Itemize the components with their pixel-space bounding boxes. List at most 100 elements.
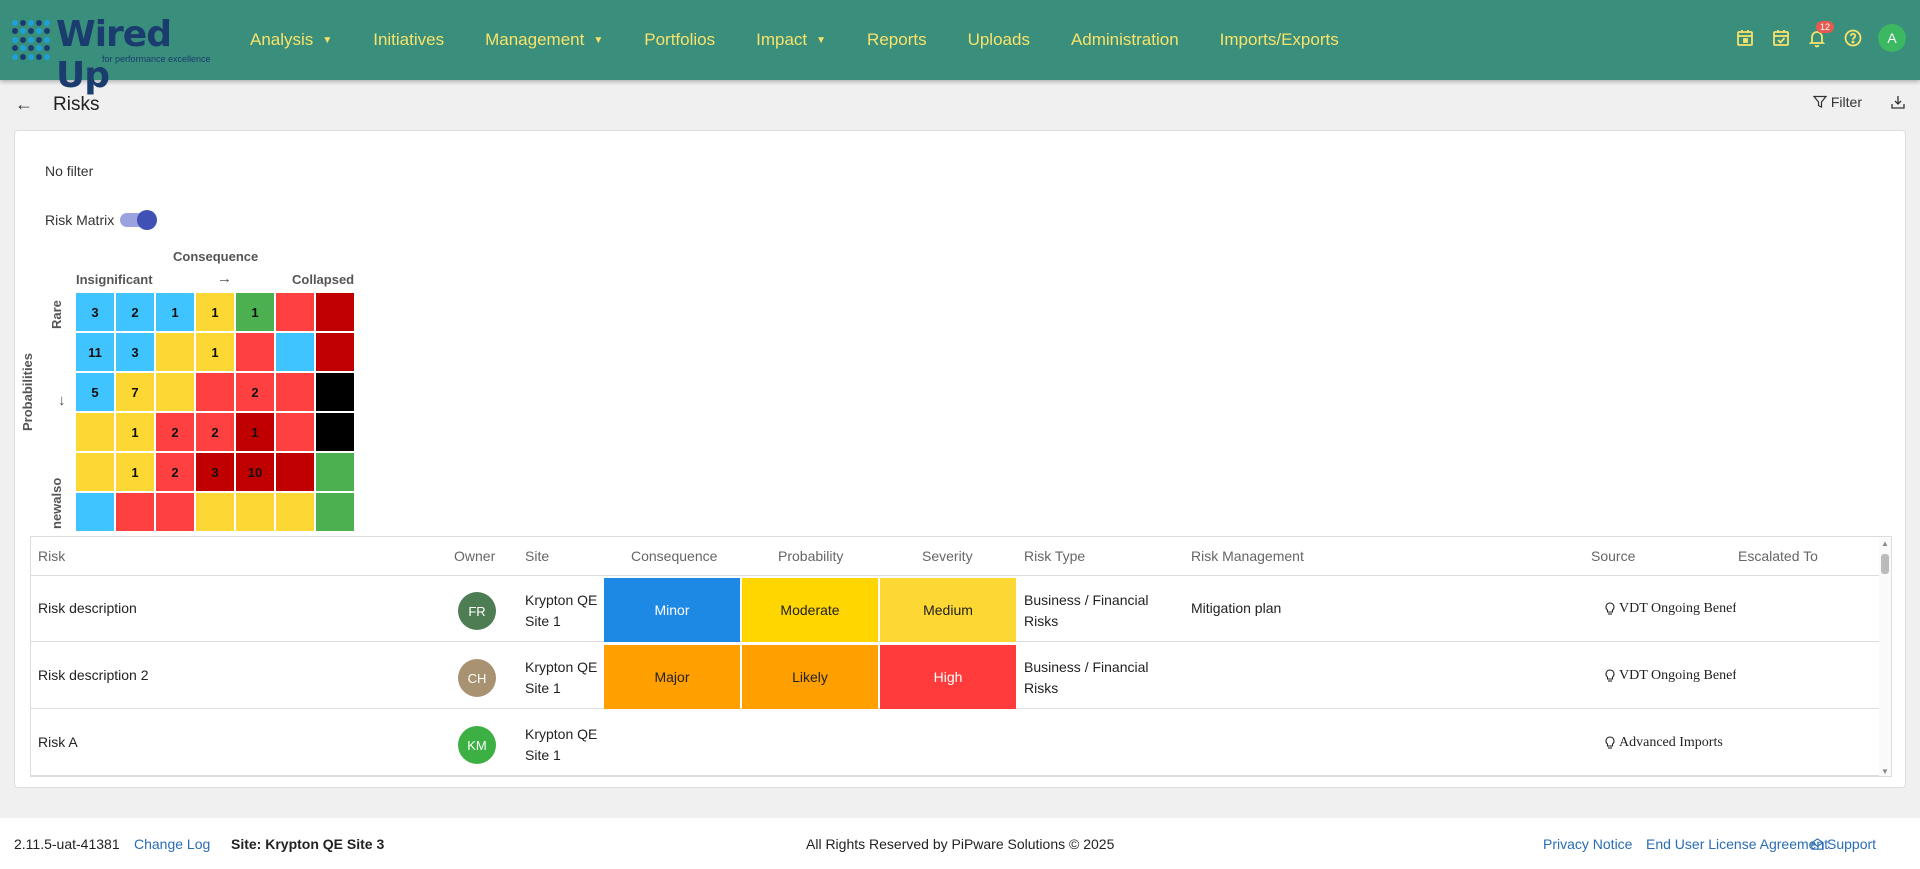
column-header-consequence[interactable]: Consequence	[631, 548, 717, 564]
matrix-cell[interactable]: 5	[76, 373, 114, 411]
matrix-cell[interactable]	[76, 493, 114, 531]
matrix-cell[interactable]: 1	[196, 333, 234, 371]
table-row[interactable]: Risk description FR Krypton QE Site 1 Min…	[31, 576, 1881, 642]
column-header-source[interactable]: Source	[1591, 548, 1635, 564]
help-icon[interactable]	[1842, 27, 1864, 49]
risk-name[interactable]: Risk A	[38, 734, 78, 750]
source-cell[interactable]: VDT Ongoing Benefit	[1604, 668, 1736, 684]
table-row[interactable]: Risk description 2 CH Krypton QE Site 1 M…	[31, 643, 1881, 709]
nav-item-uploads[interactable]: Uploads	[968, 30, 1030, 50]
risk-name[interactable]: Risk description 2	[38, 667, 149, 683]
matrix-cell[interactable]	[276, 453, 314, 491]
column-header-probability[interactable]: Probability	[778, 548, 843, 564]
column-header-site[interactable]: Site	[525, 548, 549, 564]
app-logo[interactable]: Wired Up for performance excellence	[12, 14, 217, 96]
nav-item-portfolios[interactable]: Portfolios	[644, 30, 715, 50]
probability-pill: Moderate	[742, 578, 878, 642]
matrix-cell[interactable]: 2	[196, 413, 234, 451]
matrix-cell[interactable]: 3	[76, 293, 114, 331]
matrix-cell[interactable]	[116, 493, 154, 531]
matrix-cell[interactable]: 1	[116, 413, 154, 451]
matrix-cell[interactable]	[196, 373, 234, 411]
matrix-cell[interactable]	[156, 333, 194, 371]
column-header-risk-type[interactable]: Risk Type	[1024, 548, 1085, 564]
matrix-cell[interactable]: 1	[196, 293, 234, 331]
matrix-cell[interactable]	[276, 373, 314, 411]
source-cell[interactable]: Advanced Imports	[1604, 735, 1736, 751]
back-arrow-icon[interactable]: ←	[15, 94, 33, 115]
matrix-cell[interactable]	[276, 493, 314, 531]
calendar-icon[interactable]	[1734, 27, 1756, 49]
matrix-cell[interactable]: 1	[156, 293, 194, 331]
logo-dots-icon	[12, 20, 54, 60]
matrix-cell[interactable]	[196, 493, 234, 531]
nav-item-imports-exports[interactable]: Imports/Exports	[1220, 30, 1339, 50]
matrix-cell[interactable]	[316, 293, 354, 331]
privacy-notice-link[interactable]: Privacy Notice	[1543, 836, 1632, 852]
probability-pill: Likely	[742, 645, 878, 709]
matrix-cell[interactable]: 11	[76, 333, 114, 371]
matrix-cell[interactable]: 10	[236, 453, 274, 491]
matrix-cell[interactable]: 1	[116, 453, 154, 491]
column-header-severity[interactable]: Severity	[922, 548, 973, 564]
matrix-cell[interactable]: 3	[116, 333, 154, 371]
nav-label: Administration	[1070, 30, 1179, 49]
matrix-cell[interactable]	[316, 453, 354, 491]
matrix-cell[interactable]: 2	[156, 453, 194, 491]
calendar-check-icon[interactable]	[1770, 27, 1792, 49]
matrix-cell[interactable]	[276, 333, 314, 371]
matrix-cell[interactable]	[316, 493, 354, 531]
scroll-up-icon[interactable]: ▲	[1881, 539, 1889, 548]
matrix-cell[interactable]	[276, 293, 314, 331]
matrix-cell[interactable]	[156, 373, 194, 411]
scroll-thumb[interactable]	[1881, 554, 1889, 574]
user-avatar[interactable]: A	[1878, 24, 1906, 52]
column-header-owner[interactable]: Owner	[454, 548, 495, 564]
nav-item-analysis[interactable]: Analysis ▼	[250, 30, 332, 50]
risk-matrix-toggle[interactable]	[120, 210, 158, 230]
column-header-escalated-to[interactable]: Escalated To	[1738, 548, 1818, 564]
change-log-link[interactable]: Change Log	[134, 836, 210, 852]
matrix-cell[interactable]	[316, 373, 354, 411]
nav-item-management[interactable]: Management ▼	[485, 30, 603, 50]
nav-item-initiatives[interactable]: Initiatives	[373, 30, 444, 50]
severity-pill: High	[880, 645, 1016, 709]
bell-icon[interactable]: 12	[1806, 21, 1835, 49]
risk-type-line1: Business / Financial	[1024, 659, 1149, 675]
support-link[interactable]: Support	[1811, 836, 1876, 852]
matrix-cell[interactable]: 2	[236, 373, 274, 411]
logo-subtitle: for performance excellence	[102, 54, 211, 64]
nav-item-administration[interactable]: Administration	[1071, 30, 1179, 50]
matrix-cell[interactable]	[236, 493, 274, 531]
site-line2: Site 1	[525, 680, 561, 696]
matrix-cell[interactable]: 7	[116, 373, 154, 411]
matrix-cell[interactable]	[156, 493, 194, 531]
filter-button[interactable]: Filter	[1812, 94, 1862, 110]
nav-item-impact[interactable]: Impact ▼	[756, 30, 826, 50]
matrix-cell[interactable]: 3	[196, 453, 234, 491]
matrix-cell[interactable]	[76, 413, 114, 451]
source-cell[interactable]: VDT Ongoing Benefit	[1604, 601, 1736, 617]
column-header-risk[interactable]: Risk	[38, 548, 65, 564]
risk-name[interactable]: Risk description	[38, 600, 137, 616]
matrix-cell[interactable]	[316, 413, 354, 451]
copyright-text: All Rights Reserved by PiPware Solutions…	[806, 836, 1115, 852]
table-row[interactable]: Risk A KM Krypton QE Site 1 Advanced Impo…	[31, 710, 1881, 776]
consequence-pill: Minor	[604, 578, 740, 642]
download-button[interactable]	[1890, 94, 1906, 115]
matrix-cell[interactable]: 2	[156, 413, 194, 451]
table-scrollbar[interactable]: ▲ ▼	[1879, 537, 1891, 776]
matrix-cell[interactable]	[276, 413, 314, 451]
matrix-cell[interactable]: 2	[116, 293, 154, 331]
risk-type-cell: Business / Financial Risks	[1024, 590, 1149, 632]
nav-item-reports[interactable]: Reports	[867, 30, 927, 50]
matrix-cell[interactable]	[316, 333, 354, 371]
matrix-cell[interactable]: 1	[236, 413, 274, 451]
scroll-down-icon[interactable]: ▼	[1881, 767, 1889, 776]
caret-down-icon: ▼	[816, 34, 827, 46]
column-header-risk-management[interactable]: Risk Management	[1191, 548, 1304, 564]
matrix-cell[interactable]	[236, 333, 274, 371]
matrix-cell[interactable]: 1	[236, 293, 274, 331]
eula-link[interactable]: End User License Agreement	[1646, 836, 1828, 852]
matrix-cell[interactable]	[76, 453, 114, 491]
